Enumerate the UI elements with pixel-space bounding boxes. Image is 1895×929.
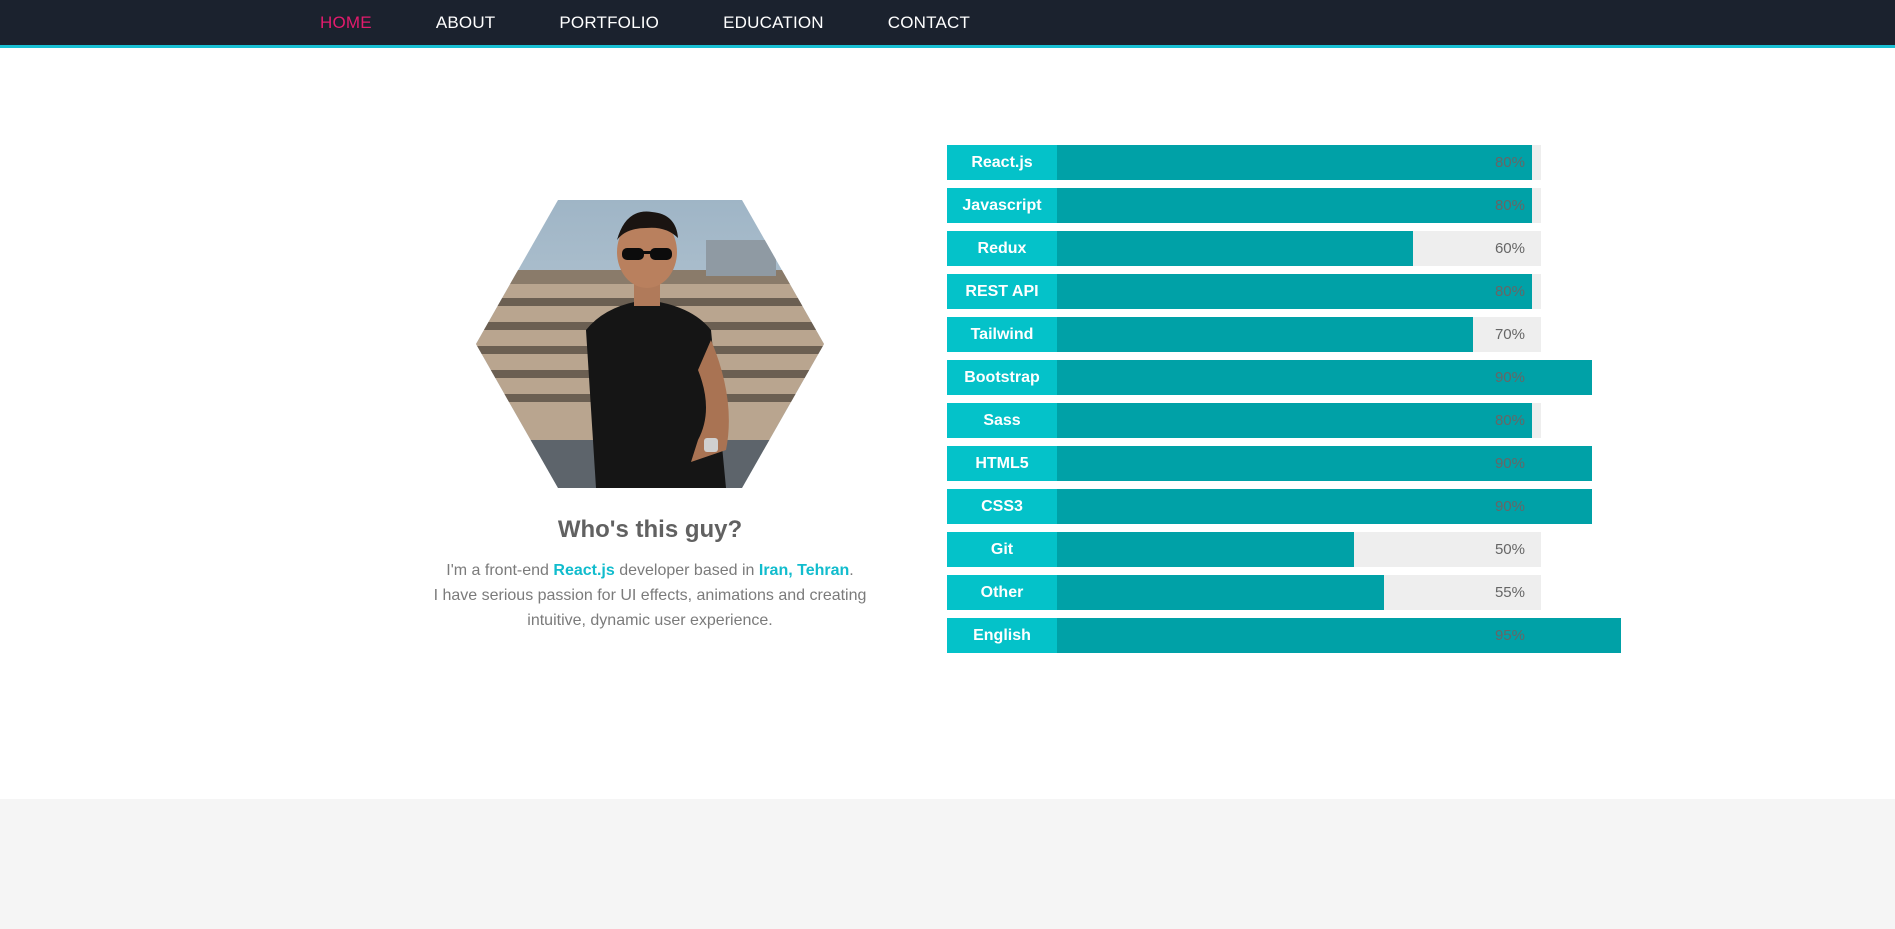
- skill-label: Sass: [947, 403, 1057, 438]
- skill-percent: 80%: [1494, 412, 1525, 429]
- skill-row-css3: CSS3 90%: [947, 489, 1592, 524]
- skill-percent: 60%: [1494, 240, 1525, 257]
- skill-label: Tailwind: [947, 317, 1057, 352]
- skill-label: React.js: [947, 145, 1057, 180]
- skill-label: English: [947, 618, 1057, 653]
- skill-percent: 90%: [1494, 455, 1525, 472]
- bio-passion-text: I have serious passion for UI effects, a…: [433, 587, 867, 629]
- top-navbar: HOME ABOUT PORTFOLIO EDUCATION CONTACT: [0, 0, 1895, 48]
- skill-row-bootstrap: Bootstrap 90%: [947, 360, 1592, 395]
- profile-bio: I'm a front-end React.js developer based…: [420, 558, 880, 633]
- skill-row-sass: Sass 80%: [947, 403, 1541, 438]
- skill-row-rest-api: REST API 80%: [947, 274, 1541, 309]
- profile-heading: Who's this guy?: [557, 516, 743, 543]
- skill-row-reactjs: React.js 80%: [947, 145, 1541, 180]
- nav-home-link[interactable]: HOME: [320, 13, 372, 32]
- nav-list: HOME ABOUT PORTFOLIO EDUCATION CONTACT: [320, 0, 1034, 45]
- skill-bar-fill: [1057, 575, 1384, 610]
- skill-percent: 80%: [1494, 283, 1525, 300]
- skill-label: HTML5: [947, 446, 1057, 481]
- skill-row-redux: Redux 60%: [947, 231, 1541, 266]
- bio-text-2: developer based in: [614, 562, 759, 579]
- skill-row-html5: HTML5 90%: [947, 446, 1592, 481]
- skill-label: REST API: [947, 274, 1057, 309]
- skill-label: CSS3: [947, 489, 1057, 524]
- nav-education-link[interactable]: EDUCATION: [723, 13, 824, 32]
- skill-label: Javascript: [947, 188, 1057, 223]
- profile-section: Who's this guy? I'm a front-end React.js…: [420, 200, 880, 633]
- nav-contact-link[interactable]: CONTACT: [888, 13, 970, 32]
- skill-bar-fill: [1057, 317, 1473, 352]
- nav-about-link[interactable]: ABOUT: [436, 13, 496, 32]
- skill-row-javascript: Javascript 80%: [947, 188, 1541, 223]
- bio-text-1: I'm a front-end: [446, 562, 554, 579]
- skill-row-other: Other 55%: [947, 575, 1541, 610]
- skill-row-english: English 95%: [947, 618, 1621, 653]
- skill-bar-fill: [1057, 618, 1621, 653]
- skill-bar-fill: [1057, 274, 1532, 309]
- skill-row-git: Git 50%: [947, 532, 1541, 567]
- skill-bar-fill: [1057, 145, 1532, 180]
- skill-percent: 80%: [1494, 154, 1525, 171]
- skill-label: Redux: [947, 231, 1057, 266]
- skill-percent: 55%: [1494, 584, 1525, 601]
- skill-bar-fill: [1057, 188, 1532, 223]
- skill-label: Git: [947, 532, 1057, 567]
- skill-bar-fill: [1057, 403, 1532, 438]
- bio-location-highlight: Iran, Tehran: [758, 562, 850, 579]
- profile-avatar: [476, 200, 824, 488]
- next-section-background: [0, 799, 1895, 929]
- skill-bar-fill: [1057, 231, 1413, 266]
- skill-bar-fill: [1057, 532, 1354, 567]
- skill-label: Bootstrap: [947, 360, 1057, 395]
- bio-tech-highlight: React.js: [553, 562, 615, 579]
- skill-percent: 95%: [1494, 627, 1525, 644]
- skill-percent: 90%: [1494, 498, 1525, 515]
- skill-percent: 90%: [1494, 369, 1525, 386]
- bio-text-3: .: [849, 562, 854, 579]
- skill-label: Other: [947, 575, 1057, 610]
- skill-percent: 50%: [1494, 541, 1525, 558]
- profile-photo-hexagon: [476, 200, 824, 488]
- nav-portfolio-link[interactable]: PORTFOLIO: [559, 13, 659, 32]
- skills-section: React.js 80% Javascript 80% Redux 60% RE…: [947, 145, 1621, 661]
- skill-percent: 80%: [1494, 197, 1525, 214]
- skill-percent: 70%: [1494, 326, 1525, 343]
- skill-row-tailwind: Tailwind 70%: [947, 317, 1541, 352]
